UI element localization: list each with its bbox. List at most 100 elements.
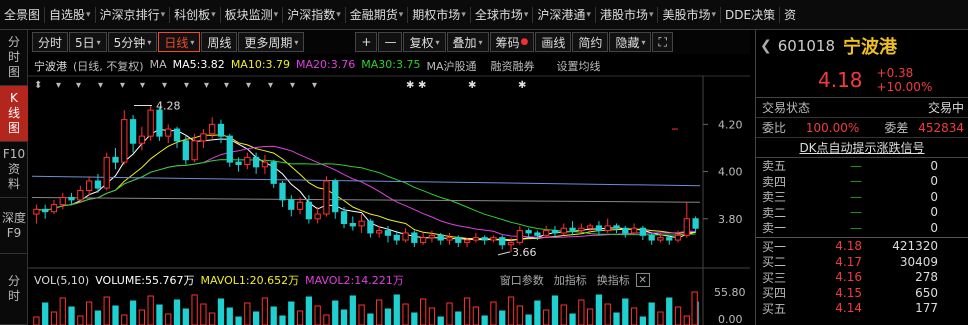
toolbar-button[interactable]: 周线 — [201, 32, 238, 52]
volume-bar — [165, 313, 172, 325]
volume-bar — [507, 296, 515, 325]
toolbar-button[interactable]: 叠加 ▾ — [446, 32, 489, 52]
event-marker: ⬍ — [34, 80, 42, 91]
dk-signal-link[interactable]: DK点自动提示涨跌信号 — [756, 138, 968, 158]
candle-body — [50, 204, 58, 213]
ask-book: 卖五 — 0 卖四 — 0 卖三 — 0 卖二 — 0 卖一 — 0 — [756, 158, 968, 236]
volume-bar — [200, 303, 207, 325]
prev-stock-icon[interactable]: ❮ — [760, 38, 772, 54]
candle-body — [182, 140, 189, 161]
volume-bar — [85, 301, 93, 325]
candle-body — [59, 197, 66, 206]
chevron-down-icon: ▾ — [336, 9, 341, 20]
candle-body — [332, 180, 339, 213]
nav-item[interactable]: 沪深港通 ▾ — [533, 0, 595, 30]
vol-switch-indicator[interactable]: 换指标 — [597, 272, 630, 288]
toolbar-button[interactable]: 隐藏 ▾ — [609, 32, 652, 52]
candle-body — [525, 230, 532, 234]
top-nav: 全景图 自选股 ▾ 沪深京排行 ▾ 科创板 ▾ 板块监测 ▾ 沪深指数 ▾ 金融期货 ▾ 期权市场 ▾ 全球市… — [0, 0, 968, 30]
candle-body — [209, 123, 216, 135]
nav-item[interactable]: 资 — [780, 0, 800, 30]
toolbar-button[interactable]: 复权 ▾ — [403, 32, 446, 52]
candle-body — [288, 199, 295, 210]
vertical-tab[interactable]: K 线 图 — [0, 86, 28, 142]
y-tick-label: 4.20 — [718, 118, 743, 131]
nav-item[interactable]: 全景图 — [0, 0, 44, 30]
volume-bar — [182, 308, 189, 325]
event-marker: ▾ — [184, 80, 189, 91]
wb-label: 委比 — [762, 121, 787, 135]
nav-item[interactable]: 美股市场 ▾ — [658, 0, 720, 30]
toolbar-button[interactable]: 更多周期 ▾ — [238, 32, 305, 52]
toolbar-button[interactable]: ⛶ — [652, 32, 673, 52]
toolbar-button[interactable]: 日线 ▾ — [158, 32, 201, 52]
order-volume: 0 — [930, 174, 938, 189]
vol-add-indicator[interactable]: 加指标 — [554, 272, 587, 288]
nav-item[interactable]: DDE决策 — [721, 0, 779, 30]
volume-bar — [499, 310, 506, 325]
candle-body — [376, 230, 383, 234]
ma5-line — [36, 128, 696, 242]
volume-bar — [622, 298, 629, 325]
volume-bar — [358, 304, 365, 325]
nav-item[interactable]: 自选股 ▾ — [45, 0, 95, 30]
order-book-row: 卖三 — 0 — [756, 189, 968, 205]
toolbar-button[interactable]: 筹码 ● — [489, 32, 535, 52]
nav-item-label: 全球市场 — [474, 8, 523, 22]
candle-body — [156, 109, 163, 137]
candle-body — [551, 230, 559, 234]
toolbar-button[interactable]: + — [355, 32, 378, 52]
candle-body — [648, 234, 655, 241]
chevron-down-icon: ▾ — [711, 9, 717, 20]
volume-bar — [569, 313, 576, 325]
volume-bar — [578, 299, 585, 325]
nav-item[interactable]: 科创板 ▾ — [170, 0, 220, 30]
volume-bar — [630, 307, 638, 325]
kline-chart[interactable]: 宁波港 (日线, 不复权) MA MA5:3.82 MA10:3.79 MA20… — [28, 54, 750, 325]
nav-item[interactable]: 港股市场 ▾ — [596, 0, 658, 30]
vertical-tab[interactable]: 分 时 — [0, 254, 28, 325]
volume-bar — [666, 297, 673, 325]
toolbar-button[interactable]: 5日 ▾ — [69, 32, 107, 52]
nav-item[interactable]: 板块监测 ▾ — [221, 0, 283, 30]
dk-signal-text[interactable]: DK点自动提示涨跌信号 — [799, 139, 924, 156]
candle-body — [112, 156, 119, 163]
volume-bar — [402, 303, 409, 325]
candle-body — [191, 140, 198, 161]
candle-body — [604, 225, 611, 232]
order-level-label: 卖四 — [762, 174, 787, 189]
toolbar-button[interactable]: 画线 — [535, 32, 572, 52]
volume-bar — [525, 314, 532, 325]
period-toolbar: 分时 5日 ▾ 5分钟 ▾ 日线 ▾ 周线 更多周期 ▾ + — 复权 ▾ 叠加 ▾ 筹码 ● 画线 简约 隐藏 ▾ ⛶ — [28, 30, 750, 54]
toolbar-button[interactable]: 5分钟 ▾ — [107, 32, 158, 52]
volume-bar — [156, 304, 163, 325]
volume-bar — [296, 310, 304, 325]
candle-body — [138, 135, 146, 144]
nav-item[interactable]: 金融期货 ▾ — [346, 0, 408, 30]
order-price: 4.16 — [835, 270, 862, 285]
order-book-row: 卖四 — 0 — [756, 174, 968, 190]
toolbar-button-label: 5日 — [75, 35, 95, 50]
volume-bar — [68, 306, 75, 325]
nav-item[interactable]: 沪深指数 ▾ — [283, 0, 345, 30]
vol-window-params[interactable]: 窗口参数 — [500, 272, 544, 288]
trade-status: 交易中 — [927, 101, 964, 115]
toolbar-button[interactable]: 分时 — [32, 32, 69, 52]
candle-body — [586, 225, 594, 229]
vertical-tab[interactable]: F10 资 料 — [0, 142, 28, 198]
toolbar-button[interactable]: — — [378, 32, 403, 52]
vertical-tab[interactable]: 分 时 图 — [0, 30, 28, 86]
toolbar-button[interactable]: 简约 — [572, 32, 609, 52]
candle-body — [367, 220, 374, 234]
price-row: 4.18 +0.38 +10.00% — [756, 62, 968, 98]
vol-close-icon[interactable]: ✕ — [635, 273, 650, 287]
candle-body — [446, 237, 453, 241]
nav-item[interactable]: 期权市场 ▾ — [408, 0, 470, 30]
nav-item[interactable]: 沪深京排行 ▾ — [96, 0, 170, 30]
vertical-tab[interactable]: 深度 F9 — [0, 198, 28, 254]
volume-bar — [314, 305, 321, 325]
candle-body — [270, 161, 277, 184]
high-annotation: 4.28 — [156, 99, 181, 112]
nav-item[interactable]: 全球市场 ▾ — [471, 0, 533, 30]
candle-body — [323, 180, 330, 215]
